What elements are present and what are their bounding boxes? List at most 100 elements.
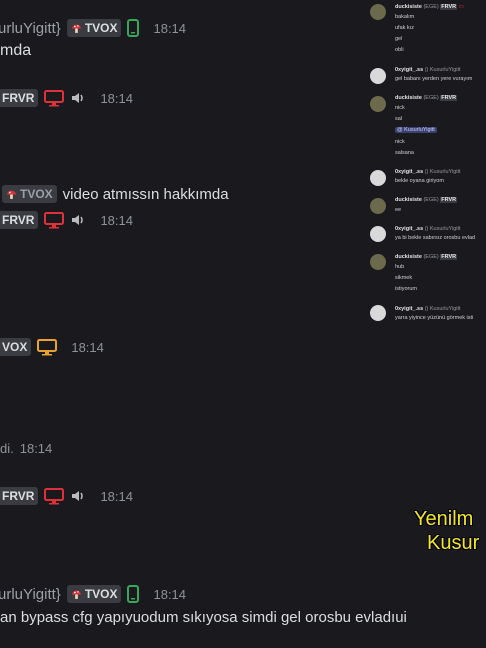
overlay-line: bekle oyana giriyom [395, 178, 444, 184]
avatar [370, 305, 386, 321]
clan-badge-label: TVOX [20, 187, 53, 201]
author-tag: (EGE) [423, 197, 439, 203]
caption-line-2: Kusur [427, 532, 480, 554]
clan-badge-vox: VOX [0, 338, 32, 356]
author-tag: () KusurluYigitt [424, 169, 461, 175]
username-partial[interactable]: urluYigitt} [0, 586, 61, 603]
overlay-line: sal [395, 116, 403, 122]
overlay-author: duckisiste (EGE) FRVR ▭ [395, 4, 464, 10]
clan-badge-label: TVOX [84, 21, 118, 35]
monitor-icon: ▭ [458, 4, 464, 10]
author-badge: FRVR [440, 95, 458, 101]
speaker-icon [72, 93, 84, 103]
overlay-author: 0xyigit_.ss () KusurluYigitt [395, 306, 461, 312]
overlay-author: duckisiste (EGE) FRVR [395, 95, 458, 101]
author-name: 0xyigit_.ss [395, 306, 424, 312]
message-timestamp: 18:14 [100, 488, 133, 504]
mushroom-icon [71, 24, 81, 33]
overlay-line: ufak kız [395, 25, 414, 31]
overlay-line: yarra yiyince yüzünü görmek isti [395, 315, 474, 321]
overlay-line: ya bi bekle sabırsız orosbu evlad [395, 235, 476, 241]
message-timestamp: 18:14 [153, 586, 187, 602]
message-8-text: an bypass cfg yapıyuodum sıkıyosa simdi … [0, 609, 407, 626]
message-1-header: urluYigitt} TVOX 18:14 [0, 18, 186, 38]
monitor-icon [44, 89, 65, 106]
overlay-author: duckisiste (EGE) FRVR [395, 254, 458, 260]
message-5-header: VOX 18:14 [0, 337, 104, 357]
mobile-phone-icon [127, 19, 140, 37]
clan-badge-label: VOX [2, 340, 28, 354]
overlay-line: gel babanı yerden yere vurayım [395, 76, 473, 82]
overlay-author: 0xyigit_.ss () KusurluYigitt [395, 169, 461, 175]
author-tag: (EGE) [423, 95, 439, 101]
message-timestamp: 18:14 [100, 90, 133, 106]
avatar [370, 68, 386, 84]
monitor-icon [44, 211, 65, 228]
avatar [370, 226, 386, 242]
message-3-text: video atmıssın hakkımda [62, 185, 229, 203]
author-tag: (EGE) [423, 4, 439, 10]
author-name: 0xyigit_.ss [395, 67, 424, 73]
user-mention[interactable]: @ KusurluYigitt [395, 127, 437, 133]
mushroom-icon [71, 590, 81, 599]
monitor-icon [44, 487, 65, 504]
speaker-icon [72, 491, 84, 501]
message-timestamp: 18:14 [19, 440, 53, 456]
author-name: duckisiste [395, 95, 422, 101]
avatar [370, 170, 386, 186]
message-timestamp: 18:14 [71, 339, 104, 355]
author-badge: FRVR [440, 197, 458, 203]
clan-badge-frvr: FRVR [0, 89, 39, 107]
message-7-header: FRVR 18:14 [0, 486, 133, 506]
username-partial[interactable]: urluYigitt} [0, 20, 61, 37]
avatar [370, 198, 386, 214]
overlay-author: 0xyigit_.ss () KusurluYigitt [395, 226, 461, 232]
overlay-line: nick [395, 139, 405, 145]
avatar [370, 254, 386, 270]
caption-line-1: Yenilm [414, 508, 474, 530]
author-name: 0xyigit_.ss [395, 169, 424, 175]
clan-badge-tvox: TVOX [2, 185, 57, 203]
message-8-header: urluYigitt} TVOX 18:14 [0, 584, 186, 604]
overlay-author: duckisiste (EGE) FRVR [395, 197, 458, 203]
author-tag: () KusurluYigitt [424, 67, 461, 73]
overlay-line: sikmek [395, 275, 413, 281]
author-name: duckisiste [395, 197, 422, 203]
clan-badge-tvox: TVOX [66, 19, 122, 37]
clan-badge-label: TVOX [84, 587, 118, 601]
overlay-line: obli [395, 47, 404, 53]
author-name: duckisiste [395, 4, 422, 10]
author-name: 0xyigit_.ss [395, 226, 424, 232]
message-6-header: di. 18:14 [0, 438, 52, 458]
author-badge: FRVR [440, 4, 458, 10]
author-tag: () KusurluYigitt [424, 226, 461, 232]
overlay-author: 0xyigit_.ss () KusurluYigitt [395, 67, 461, 73]
overlay-chat: duckisiste (EGE) FRVR ▭ bakalım ufak kız… [366, 0, 486, 330]
message-timestamp: 18:14 [100, 212, 133, 228]
overlay-line: hub [395, 264, 405, 270]
mobile-phone-icon [127, 585, 140, 603]
overlay-line: ee [395, 207, 402, 213]
message-6-text: di. [0, 440, 14, 456]
overlay-line: istiyorum [395, 286, 418, 292]
message-3-header: TVOX video atmıssın hakkımda [2, 184, 229, 204]
clan-badge-label: FRVR [2, 489, 35, 503]
message-timestamp: 18:14 [153, 20, 187, 36]
avatar [370, 96, 386, 112]
message-2-header: FRVR 18:14 [0, 88, 133, 108]
author-name: duckisiste [395, 254, 422, 260]
message-4-header: FRVR 18:14 [0, 210, 133, 230]
overlay-line: gel [395, 36, 403, 42]
author-badge: FRVR [440, 254, 458, 260]
overlay-line: salsana [395, 150, 414, 156]
overlay-line: nick [395, 105, 405, 111]
speaker-icon [72, 215, 84, 225]
clan-badge-label: FRVR [2, 213, 35, 227]
mushroom-icon [7, 190, 16, 199]
clan-badge-frvr: FRVR [0, 487, 39, 505]
avatar [370, 4, 386, 20]
overlay-line: bakalım [395, 14, 415, 20]
clan-badge-frvr: FRVR [0, 211, 39, 229]
clan-badge-label: FRVR [2, 91, 35, 105]
author-tag: (EGE) [423, 254, 439, 260]
